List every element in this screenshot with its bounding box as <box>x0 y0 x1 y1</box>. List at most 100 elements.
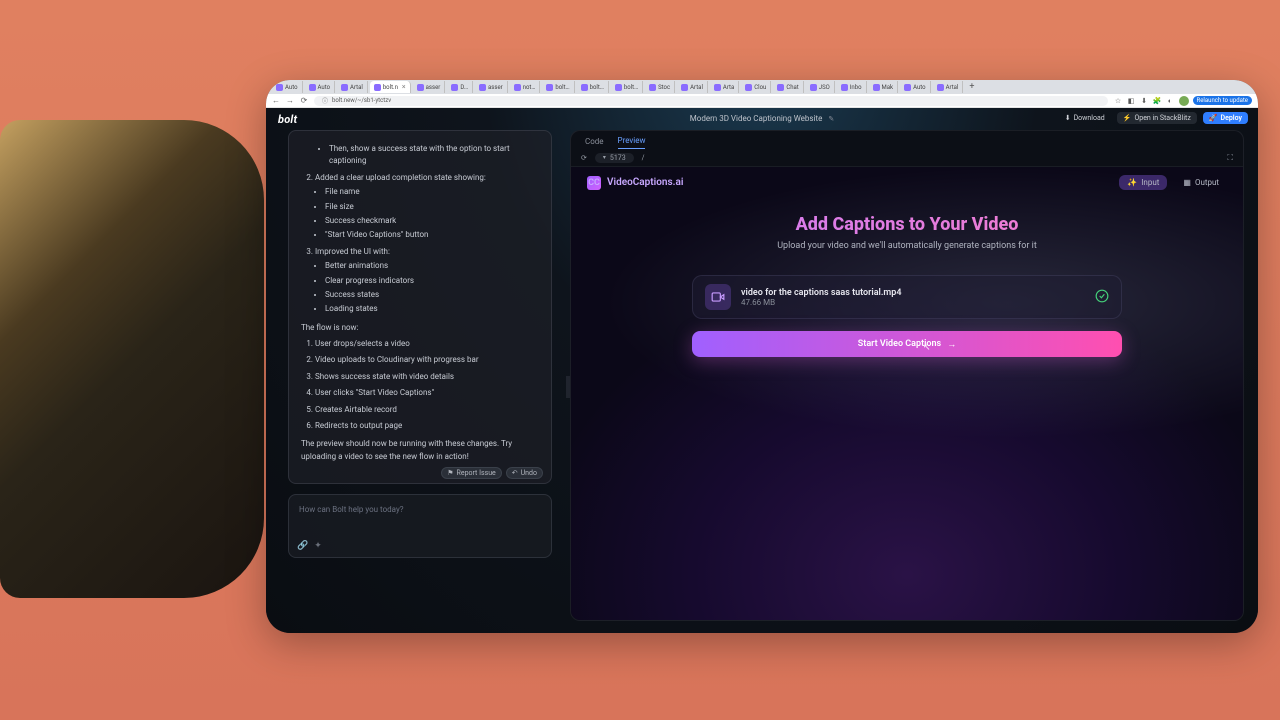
browser-tab[interactable]: Arta <box>710 81 739 93</box>
relaunch-button[interactable]: Relaunch to update <box>1193 96 1252 105</box>
browser-tab[interactable]: Mak <box>869 81 899 93</box>
tab-close-button[interactable]: × <box>402 83 406 91</box>
browser-tab[interactable]: bolt… <box>577 81 609 93</box>
file-row: video for the captions saas tutorial.mp4… <box>692 275 1122 319</box>
app-header: CC VideoCaptions.ai ✨ Input ▦ Output <box>571 167 1243 198</box>
browser-tab[interactable]: JSO <box>806 81 835 93</box>
preview-panel: Code Preview ⟳ ▾ 5173 / ⛶ CC VideoCaptio… <box>570 130 1244 621</box>
browser-window: AutoAutoArtalbolt.n×asserD…assernot…bolt… <box>266 80 1258 633</box>
bookmark-icon[interactable]: ☆ <box>1114 96 1123 105</box>
project-title[interactable]: Modern 3D Video Captioning Website ✎ <box>690 114 834 123</box>
tab-output[interactable]: ▦ Output <box>1175 175 1227 190</box>
tab-favicon <box>615 84 622 91</box>
tab-favicon <box>937 84 944 91</box>
tab-label: Auto <box>913 84 926 91</box>
addon-icon[interactable]: ◐ <box>1166 96 1175 105</box>
open-stackblitz-button[interactable]: ⚡ Open in StackBlitz <box>1117 112 1197 124</box>
ai-line: Improved the UI with: Better animationsC… <box>315 246 539 316</box>
ai-line: Creates Airtable record <box>315 404 539 416</box>
expand-preview-button[interactable]: ⛶ <box>1227 153 1233 163</box>
ai-line: File size <box>325 201 539 213</box>
preview-reload-button[interactable]: ⟳ <box>581 154 587 162</box>
bolt-logo[interactable]: bolt <box>278 113 297 126</box>
download-icon: ⬇ <box>1065 114 1071 122</box>
nav-reload-button[interactable]: ⟳ <box>300 97 308 105</box>
tab-favicon <box>649 84 656 91</box>
caption-icon: CC <box>587 176 601 190</box>
browser-tab[interactable]: bolt.n× <box>370 81 411 93</box>
browser-tab[interactable]: asser <box>413 81 446 93</box>
tab-label: JSO <box>819 84 830 91</box>
browser-tab[interactable]: Auto <box>305 81 336 93</box>
download-icon[interactable]: ⬇ <box>1140 96 1149 105</box>
tab-label: Artal <box>350 84 363 91</box>
link-icon[interactable]: 🔗 <box>297 541 308 551</box>
browser-tab[interactable]: Artal <box>337 81 368 93</box>
tab-label: D… <box>460 84 468 91</box>
ai-line: File name <box>325 186 539 198</box>
tab-favicon <box>514 84 521 91</box>
ai-line: User drops/selects a video <box>315 338 539 350</box>
tab-label: Artal <box>690 84 703 91</box>
tab-favicon <box>681 84 688 91</box>
app-brand[interactable]: CC VideoCaptions.ai <box>587 176 683 190</box>
browser-tab[interactable]: Chat <box>773 81 803 93</box>
tab-preview[interactable]: Preview <box>618 136 646 149</box>
browser-tab[interactable]: Inbo <box>837 81 867 93</box>
tab-label: Arta <box>723 84 734 91</box>
file-name: video for the captions saas tutorial.mp4 <box>741 288 1085 298</box>
browser-tab[interactable]: not… <box>510 81 541 93</box>
browser-tab[interactable]: Artal <box>677 81 708 93</box>
preview-port-field[interactable]: ▾ 5173 <box>595 153 634 163</box>
download-button[interactable]: ⬇ Download <box>1059 112 1111 124</box>
hero-title: Add Captions to Your Video <box>571 214 1243 235</box>
tab-favicon <box>810 84 817 91</box>
chat-placeholder: How can Bolt help you today? <box>299 505 541 514</box>
tab-code[interactable]: Code <box>585 137 604 149</box>
file-size: 47.66 MB <box>741 298 1085 307</box>
profile-avatar[interactable] <box>1179 96 1189 106</box>
tab-label: Artal <box>946 84 959 91</box>
upload-card: video for the captions saas tutorial.mp4… <box>692 275 1122 357</box>
ai-line: Success states <box>325 289 539 301</box>
tab-label: Auto <box>285 84 298 91</box>
rocket-icon: 🚀 <box>1209 114 1218 122</box>
url-field[interactable]: ⓘ bolt.new/~/sb1-ytctzv <box>314 96 1108 106</box>
edit-title-icon[interactable]: ✎ <box>828 115 834 123</box>
browser-tab[interactable]: Clou <box>741 81 771 93</box>
extension-icon[interactable]: ◧ <box>1127 96 1136 105</box>
extensions-icon[interactable]: 🧩 <box>1153 96 1162 105</box>
nav-forward-button[interactable]: → <box>286 97 294 105</box>
chat-input[interactable]: How can Bolt help you today? 🔗 ✦ <box>288 494 552 558</box>
browser-tab[interactable]: bolt… <box>542 81 574 93</box>
mouse-cursor: ↖ <box>923 343 931 353</box>
browser-tab[interactable]: Auto <box>900 81 931 93</box>
browser-tab[interactable]: bolt… <box>611 81 643 93</box>
new-tab-button[interactable]: + <box>965 82 978 92</box>
tab-favicon <box>451 84 458 91</box>
ai-line: Redirects to output page <box>315 420 539 432</box>
tab-favicon <box>309 84 316 91</box>
ai-line: Loading states <box>325 303 539 315</box>
success-check-icon <box>1095 288 1109 307</box>
open-stackblitz-label: Open in StackBlitz <box>1134 114 1190 122</box>
browser-tab[interactable]: asser <box>475 81 508 93</box>
browser-tab[interactable]: Stoc <box>645 81 675 93</box>
start-captions-button[interactable]: Start Video Captions → <box>692 331 1122 357</box>
undo-button[interactable]: ↶ Undo <box>506 467 543 479</box>
tab-input[interactable]: ✨ Input <box>1119 175 1167 190</box>
video-file-icon <box>705 284 731 310</box>
browser-tab[interactable]: Auto <box>272 81 303 93</box>
sparkle-icon[interactable]: ✦ <box>314 541 322 551</box>
chat-panel: Then, show a success state with the opti… <box>288 130 552 621</box>
tab-favicon <box>276 84 283 91</box>
preview-path[interactable]: / <box>642 154 645 162</box>
nav-back-button[interactable]: ← <box>272 97 280 105</box>
deploy-button[interactable]: 🚀 Deploy <box>1203 112 1248 124</box>
ai-line: The preview should now be running with t… <box>301 438 539 463</box>
report-issue-button[interactable]: ⚑ Report Issue <box>441 467 502 479</box>
browser-tab[interactable]: D… <box>447 81 473 93</box>
tab-favicon <box>873 84 880 91</box>
arrow-right-icon: → <box>947 339 956 350</box>
browser-tab[interactable]: Artal <box>933 81 964 93</box>
